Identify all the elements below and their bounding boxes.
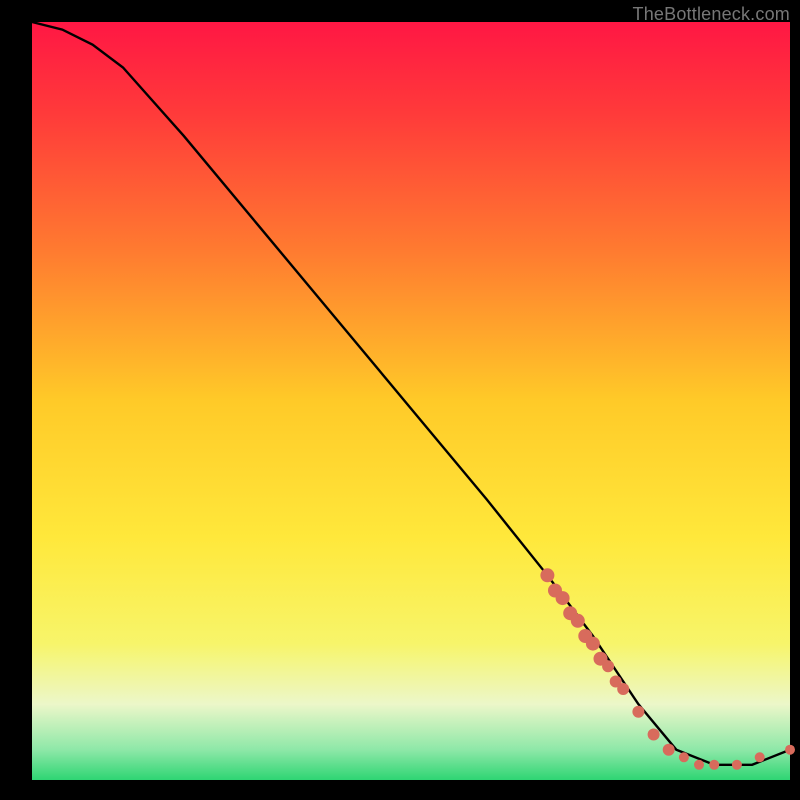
marker-point <box>648 729 660 741</box>
marker-point <box>602 660 614 672</box>
marker-point <box>732 760 742 770</box>
marker-point <box>663 744 675 756</box>
marker-point <box>632 706 644 718</box>
marker-point <box>540 568 554 582</box>
plot-background <box>32 22 790 780</box>
marker-point <box>571 614 585 628</box>
marker-point <box>785 745 795 755</box>
marker-point <box>617 683 629 695</box>
marker-point <box>586 637 600 651</box>
marker-point <box>709 760 719 770</box>
marker-point <box>755 752 765 762</box>
marker-point <box>694 760 704 770</box>
marker-point <box>679 752 689 762</box>
attribution-label: TheBottleneck.com <box>633 4 790 25</box>
bottleneck-chart <box>0 0 800 800</box>
marker-point <box>556 591 570 605</box>
chart-root: TheBottleneck.com <box>0 0 800 800</box>
